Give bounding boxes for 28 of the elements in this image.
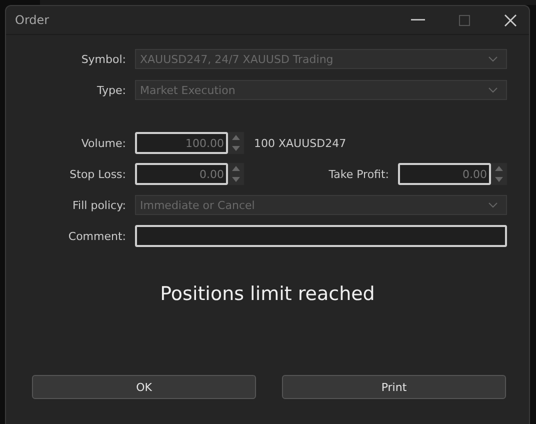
field-label: Stop Loss: [68,168,127,180]
spin-up-icon[interactable] [232,135,240,140]
minimize-icon[interactable] [411,19,425,21]
status-message: Positions limit reached [159,283,376,305]
maximize-icon[interactable] [459,14,470,26]
chevron-down-icon [488,202,498,208]
spin-up-icon[interactable] [495,166,503,171]
dialog-button[interactable]: Print [282,375,506,399]
chevron-down-icon [488,56,498,62]
spin-down-icon[interactable] [495,177,503,182]
spin-down-icon[interactable] [232,177,240,182]
comment-input[interactable] [135,225,507,247]
field-label: Comment: [67,230,127,242]
spin-up-icon[interactable] [232,166,240,171]
field-label: Type: [96,84,127,96]
volume-note: 100 XAUUSD247 [254,136,346,150]
field-label: Symbol: [80,52,127,66]
volume-input[interactable]: 100.00 [135,132,228,154]
field-label: Volume: [80,136,127,150]
field-label: Fill policy: [72,198,127,212]
dialog-button[interactable]: OK [32,375,256,399]
chevron-down-icon [488,87,498,93]
window-title: Order [15,13,50,27]
close-icon[interactable] [504,14,517,26]
stop-loss-input[interactable]: 0.00 [135,163,228,185]
field-label: Take Profit: [328,168,390,180]
spin-down-icon[interactable] [232,146,240,151]
take-profit-input[interactable]: 0.00 [398,163,491,185]
